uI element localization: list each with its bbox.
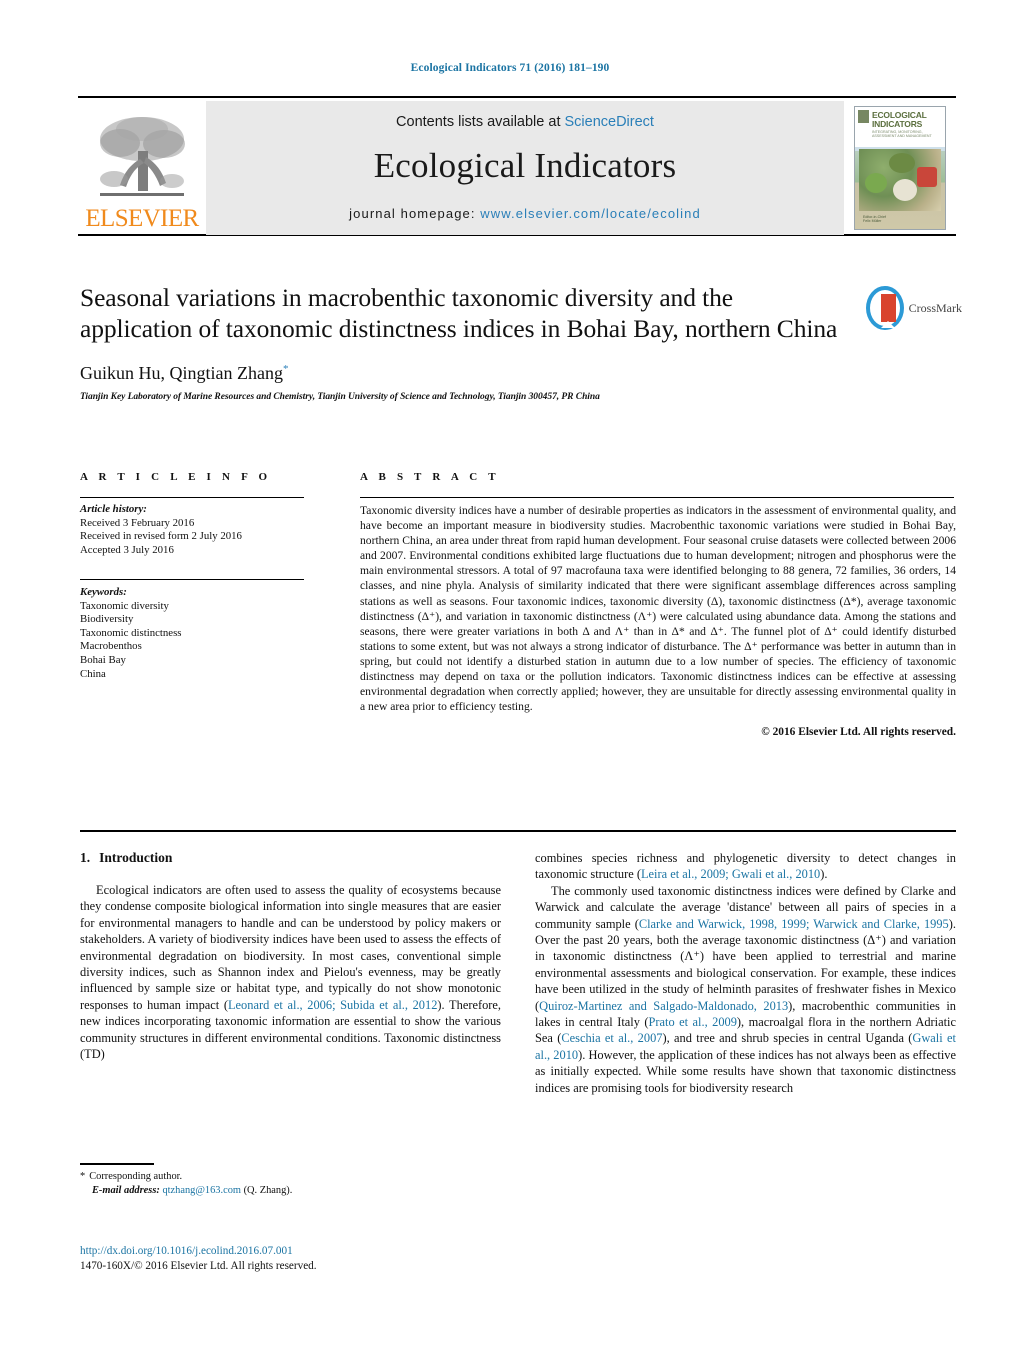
article-history: Article history: Received 3 February 201… bbox=[80, 503, 310, 557]
paragraph: combines species richness and phylogenet… bbox=[535, 850, 956, 883]
cover-title: ECOLOGICAL INDICATORS bbox=[872, 111, 927, 129]
sciencedirect-link[interactable]: ScienceDirect bbox=[565, 114, 654, 130]
divider bbox=[80, 497, 304, 498]
paragraph-text: Ecological indicators are often used to … bbox=[80, 883, 501, 1012]
page-title: Seasonal variations in macrobenthic taxo… bbox=[80, 283, 838, 343]
title-block: Seasonal variations in macrobenthic taxo… bbox=[80, 282, 850, 402]
journal-article-page: Ecological Indicators 71 (2016) 181–190 bbox=[0, 0, 1020, 1351]
cover-elsevier-mark-icon bbox=[858, 110, 869, 123]
divider bbox=[80, 830, 956, 832]
journal-masthead: ELSEVIER Contents lists available at Sci… bbox=[78, 96, 956, 236]
keywords-label: Keywords: bbox=[80, 586, 127, 598]
doi-link[interactable]: http://dx.doi.org/10.1016/j.ecolind.2016… bbox=[80, 1244, 540, 1259]
keywords-list: Keywords: Taxonomic diversity Biodiversi… bbox=[80, 586, 310, 681]
cover-editor: Editor-in-Chief Felix Müller bbox=[863, 215, 886, 224]
abstract-block: Taxonomic diversity indices have a numbe… bbox=[360, 503, 956, 740]
paragraph-text: ). bbox=[820, 867, 828, 882]
journal-homepage-link[interactable]: www.elsevier.com/locate/ecolind bbox=[480, 206, 701, 221]
imprint-block: http://dx.doi.org/10.1016/j.ecolind.2016… bbox=[80, 1244, 540, 1274]
author-list: Guikun Hu, Qingtian Zhang* bbox=[80, 363, 850, 384]
citation-link[interactable]: Leonard et al., 2006; Subida et al., 201… bbox=[228, 998, 437, 1012]
paragraph: The commonly used taxonomic distinctness… bbox=[535, 883, 956, 1096]
citation-link[interactable]: Prato et al., 2009 bbox=[649, 1015, 737, 1029]
article-info-heading: A R T I C L E I N F O bbox=[80, 471, 272, 483]
keyword-item: Biodiversity bbox=[80, 613, 134, 626]
keyword-item: Taxonomic diversity bbox=[80, 599, 169, 612]
history-item: Received in revised form 2 July 2016 bbox=[80, 530, 242, 543]
journal-homepage-line: journal homepage: www.elsevier.com/locat… bbox=[349, 206, 701, 221]
corresponding-author-text: Corresponding author. bbox=[89, 1171, 183, 1182]
journal-title: Ecological Indicators bbox=[373, 145, 677, 185]
divider bbox=[80, 579, 304, 580]
history-item: Accepted 3 July 2016 bbox=[80, 543, 174, 556]
email-label: E-mail address: bbox=[92, 1184, 160, 1196]
corresponding-author-note: * Corresponding author. bbox=[80, 1170, 500, 1184]
email-note: E-mail address: qtzhang@163.com (Q. Zhan… bbox=[80, 1184, 500, 1198]
footnote-divider bbox=[80, 1163, 154, 1165]
author-names: Guikun Hu, Qingtian Zhang bbox=[80, 363, 283, 383]
footnote-marker: * bbox=[80, 1171, 86, 1182]
cover-editor-name: Felix Müller bbox=[863, 219, 882, 224]
paragraph-text: ), and tree and shrub species in central… bbox=[662, 1031, 913, 1046]
body-column-right: combines species richness and phylogenet… bbox=[535, 850, 956, 1096]
journal-banner: Contents lists available at ScienceDirec… bbox=[206, 101, 844, 235]
cover-subtitle: INTEGRATING, MONITORING, ASSESSMENT AND … bbox=[872, 130, 932, 139]
keyword-item: China bbox=[80, 667, 106, 680]
running-head: Ecological Indicators 71 (2016) 181–190 bbox=[410, 62, 610, 74]
abstract-text: Taxonomic diversity indices have a numbe… bbox=[360, 504, 956, 714]
copyright-line: © 2016 Elsevier Ltd. All rights reserved… bbox=[761, 726, 956, 739]
keyword-item: Taxonomic distinctness bbox=[80, 626, 182, 639]
elsevier-logo: ELSEVIER bbox=[78, 101, 206, 235]
citation-link[interactable]: Quiroz-Martinez and Salgado-Maldonado, 2… bbox=[539, 999, 788, 1013]
journal-cover-thumbnail: ECOLOGICAL INDICATORS INTEGRATING, MONIT… bbox=[844, 101, 956, 235]
corresponding-author-marker: * bbox=[282, 363, 289, 375]
email-owner: (Q. Zhang). bbox=[241, 1184, 293, 1196]
keyword-item: Macrobenthos bbox=[80, 640, 142, 653]
divider bbox=[360, 497, 954, 498]
section-number: 1. bbox=[80, 850, 91, 865]
elsevier-wordmark: ELSEVIER bbox=[85, 205, 199, 232]
article-history-label: Article history: bbox=[80, 503, 147, 515]
section-heading-introduction: 1. Introduction bbox=[80, 850, 501, 866]
issn-copyright-line: 1470-160X/© 2016 Elsevier Ltd. All right… bbox=[80, 1260, 317, 1272]
paragraph-text: ). However, the application of these ind… bbox=[535, 1047, 956, 1095]
keyword-item: Bohai Bay bbox=[80, 653, 126, 666]
email-link[interactable]: qtzhang@163.com bbox=[162, 1185, 241, 1196]
history-item: Received 3 February 2016 bbox=[80, 516, 195, 529]
paragraph: Ecological indicators are often used to … bbox=[80, 882, 501, 1062]
body-column-left: 1. Introduction Ecological indicators are… bbox=[80, 850, 501, 1062]
homepage-prefix: journal homepage: bbox=[349, 205, 481, 221]
footnote-block: * Corresponding author. E-mail address: q… bbox=[80, 1170, 500, 1197]
contents-available-line: Contents lists available at ScienceDirec… bbox=[396, 114, 654, 130]
crossmark-icon bbox=[866, 286, 904, 330]
crossmark-label: CrossMark bbox=[908, 300, 962, 315]
affiliation: Tianjin Key Laboratory of Marine Resourc… bbox=[80, 392, 600, 402]
section-title: Introduction bbox=[99, 850, 173, 865]
abstract-heading: A B S T R A C T bbox=[360, 471, 500, 483]
contents-prefix: Contents lists available at bbox=[396, 113, 565, 130]
cover-photo bbox=[859, 149, 941, 211]
citation-link[interactable]: Ceschia et al., 2007 bbox=[561, 1031, 662, 1045]
crossmark-badge[interactable]: CrossMark bbox=[866, 282, 962, 334]
citation-link[interactable]: Clarke and Warwick, 1998, 1999; Warwick … bbox=[639, 917, 949, 931]
elsevier-tree-icon bbox=[94, 113, 190, 205]
cover-title-line2: INDICATORS bbox=[872, 119, 923, 129]
citation-link[interactable]: Leira et al., 2009; Gwali et al., 2010 bbox=[641, 867, 820, 881]
